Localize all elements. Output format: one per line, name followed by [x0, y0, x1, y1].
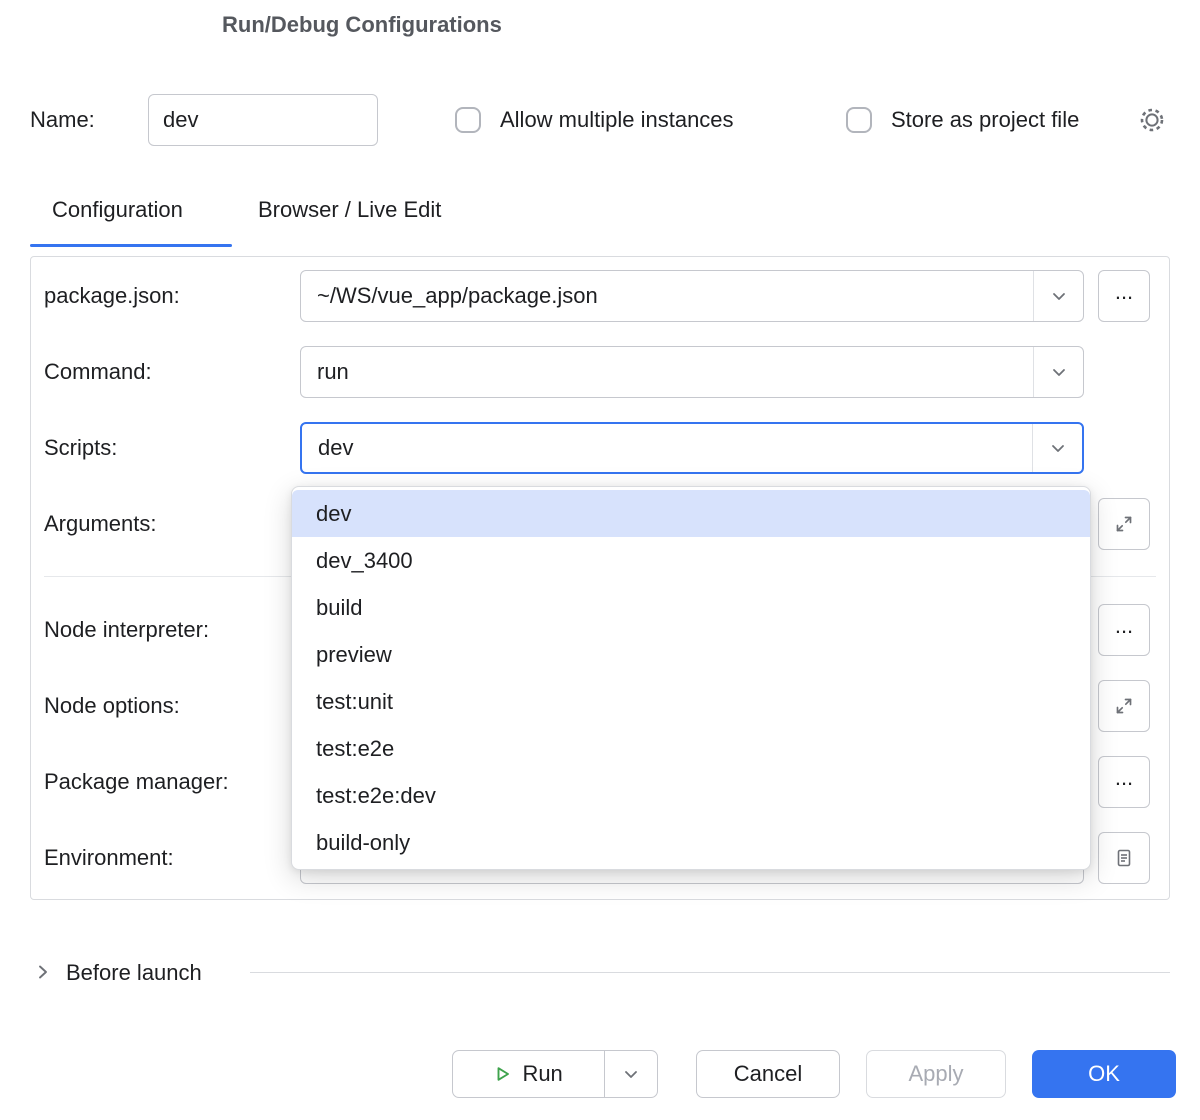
dropdown-item-build-only[interactable]: build-only: [292, 819, 1090, 866]
run-split-button: Run: [452, 1050, 658, 1098]
tab-configuration[interactable]: Configuration: [52, 197, 183, 223]
before-launch-label: Before launch: [66, 960, 202, 986]
store-as-project-file-checkbox[interactable]: [846, 107, 872, 133]
environment-variables-button[interactable]: [1098, 832, 1150, 884]
command-combobox[interactable]: run: [300, 346, 1084, 398]
name-input[interactable]: [148, 94, 378, 146]
scripts-label: Scripts:: [44, 435, 117, 461]
environment-label: Environment:: [44, 845, 174, 871]
scripts-dropdown-popup: dev dev_3400 build preview test:unit tes…: [291, 486, 1091, 870]
dropdown-item-test-unit[interactable]: test:unit: [292, 678, 1090, 725]
dropdown-item-dev-3400[interactable]: dev_3400: [292, 537, 1090, 584]
node-interpreter-label: Node interpreter:: [44, 617, 209, 643]
run-options-chevron[interactable]: [604, 1051, 657, 1097]
allow-multiple-instances-checkbox[interactable]: [455, 107, 481, 133]
scripts-combobox[interactable]: dev: [300, 422, 1084, 474]
node-options-expand-button[interactable]: [1098, 680, 1150, 732]
dropdown-item-build[interactable]: build: [292, 584, 1090, 631]
chevron-down-icon[interactable]: [1033, 271, 1083, 321]
dropdown-item-dev[interactable]: dev: [292, 490, 1090, 537]
dropdown-item-test-e2e[interactable]: test:e2e: [292, 725, 1090, 772]
package-manager-browse-button[interactable]: ...: [1098, 756, 1150, 808]
dropdown-item-test-e2e-dev[interactable]: test:e2e:dev: [292, 772, 1090, 819]
chevron-down-icon[interactable]: [1033, 347, 1083, 397]
package-manager-label: Package manager:: [44, 769, 229, 795]
allow-multiple-instances-label: Allow multiple instances: [500, 107, 734, 133]
package-json-combobox[interactable]: ~/WS/vue_app/package.json: [300, 270, 1084, 322]
command-value: run: [301, 359, 1033, 385]
active-tab-indicator: [30, 244, 232, 247]
node-interpreter-browse-button[interactable]: ...: [1098, 604, 1150, 656]
package-json-label: package.json:: [44, 283, 180, 309]
package-json-value: ~/WS/vue_app/package.json: [301, 283, 1033, 309]
run-button[interactable]: Run: [453, 1051, 604, 1097]
dropdown-item-preview[interactable]: preview: [292, 631, 1090, 678]
package-json-browse-button[interactable]: ...: [1098, 270, 1150, 322]
apply-button[interactable]: Apply: [866, 1050, 1006, 1098]
run-button-label: Run: [522, 1061, 562, 1087]
chevron-right-icon[interactable]: [34, 963, 52, 981]
arguments-expand-button[interactable]: [1098, 498, 1150, 550]
tab-browser-live-edit[interactable]: Browser / Live Edit: [258, 197, 441, 223]
store-as-project-file-label: Store as project file: [891, 107, 1079, 133]
cancel-button[interactable]: Cancel: [696, 1050, 840, 1098]
chevron-down-icon[interactable]: [1032, 424, 1082, 472]
gear-icon[interactable]: [1138, 106, 1166, 134]
run-debug-configurations-dialog: Run/Debug Configurations Name: Allow mul…: [0, 0, 1200, 1120]
scripts-value: dev: [302, 435, 1032, 461]
ok-button[interactable]: OK: [1032, 1050, 1176, 1098]
name-label: Name:: [30, 107, 95, 133]
dialog-title: Run/Debug Configurations: [222, 12, 502, 38]
before-launch-divider: [250, 972, 1170, 973]
play-icon: [494, 1065, 512, 1083]
node-options-label: Node options:: [44, 693, 180, 719]
command-label: Command:: [44, 359, 152, 385]
arguments-label: Arguments:: [44, 511, 157, 537]
